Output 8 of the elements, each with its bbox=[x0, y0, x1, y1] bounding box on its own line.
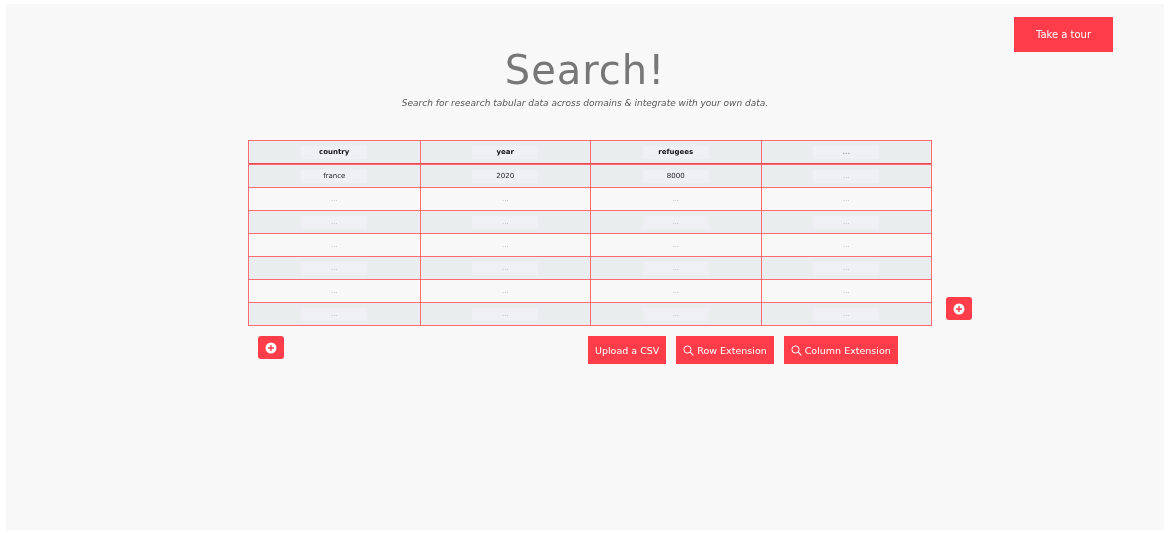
search-icon bbox=[790, 344, 802, 356]
plus-icon bbox=[953, 302, 965, 315]
add-row-button[interactable] bbox=[258, 336, 284, 359]
plus-icon bbox=[265, 341, 277, 354]
add-column-button[interactable] bbox=[946, 297, 972, 320]
search-icon bbox=[683, 344, 695, 356]
page-title: Search! bbox=[503, 46, 667, 95]
page-subtitle: Search for research tabular data across domains & integrate with your own data. bbox=[400, 98, 770, 108]
